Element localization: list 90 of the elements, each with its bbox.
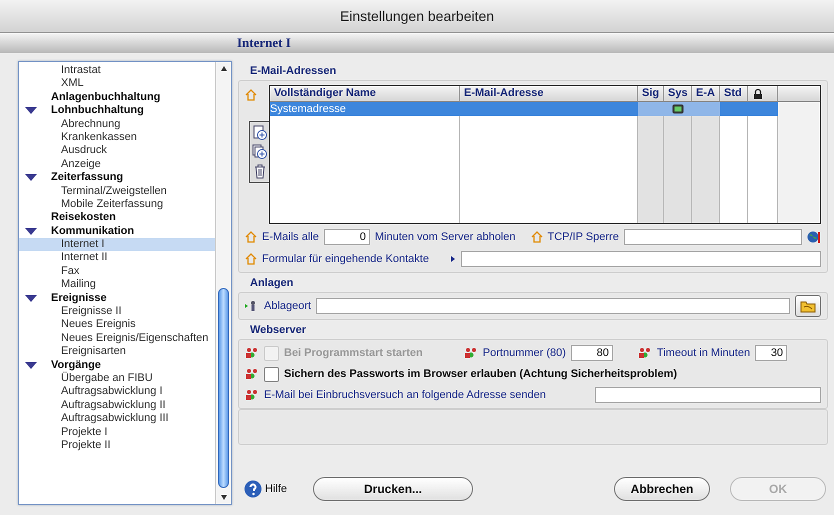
checkbox-label: Bei Programmstart starten (284, 347, 423, 359)
section-heading: Anlagen (249, 276, 294, 291)
column-header[interactable]: Sys (664, 86, 692, 101)
table-cell (692, 102, 720, 116)
help-link[interactable]: Hilfe (244, 480, 288, 498)
tree-item[interactable]: Ereignisarten (19, 345, 215, 359)
column-header[interactable]: Vollständiger Name (270, 86, 460, 101)
form-field[interactable] (460, 251, 821, 267)
tree-item[interactable]: Internet II (19, 251, 215, 265)
tree-item[interactable]: Ereignisse (19, 292, 215, 306)
folder-icon (800, 299, 816, 313)
interval-field[interactable]: 0 (324, 229, 370, 245)
tree-item[interactable]: Lohnbuchhaltung (19, 104, 215, 118)
tree-item[interactable]: Neues Ereignis (19, 318, 215, 332)
tree-item[interactable]: Projekte II (19, 438, 215, 452)
tree-item[interactable]: Ausdruck (19, 144, 215, 158)
browse-button[interactable] (795, 295, 821, 317)
house-icon (245, 253, 257, 265)
tree-item[interactable]: Mailing (19, 278, 215, 292)
tree-item[interactable]: Internet I (19, 238, 215, 252)
tree-item[interactable]: Zeiterfassung (19, 171, 215, 185)
tree-item[interactable]: Übergabe an FIBU (19, 372, 215, 386)
window-title: Einstellungen bearbeiten (340, 8, 494, 24)
table-cell (638, 102, 664, 116)
field-label: Formular für eingehende Kontakte (262, 253, 429, 265)
tree-item[interactable]: Anlagenbuchhaltung (19, 90, 215, 104)
section-heading: Webserver (249, 323, 306, 338)
section-heading: E-Mail-Adressen (249, 64, 336, 79)
tcp-ip-field[interactable] (624, 229, 802, 245)
tree-item[interactable]: Auftragsabwicklung I (19, 385, 215, 399)
field-label: Ablageort (264, 300, 312, 312)
field-label: E-Mails alle (262, 231, 319, 243)
disclosure-triangle-icon[interactable] (25, 174, 37, 182)
pointer-icon (450, 255, 456, 263)
trash-icon[interactable] (252, 163, 268, 179)
column-header[interactable]: Sig (638, 86, 664, 101)
add-copy-icon[interactable] (252, 144, 268, 160)
tree-item[interactable]: Anzeige (19, 158, 215, 172)
column-header[interactable]: Std (720, 86, 748, 101)
house-icon (245, 89, 257, 101)
scrollbar[interactable] (215, 62, 231, 504)
tree-item[interactable]: Reisekosten (19, 211, 215, 225)
lock-icon (752, 88, 764, 100)
page-title: Internet I (237, 35, 291, 51)
house-icon (245, 231, 257, 243)
scroll-down-icon[interactable] (218, 492, 228, 502)
disclosure-triangle-icon[interactable] (25, 362, 37, 369)
timeout-field[interactable]: 30 (755, 345, 788, 361)
globe-icon[interactable] (807, 230, 821, 244)
push-button[interactable]: Abbrechen (614, 477, 710, 501)
tree-item[interactable]: Auftragsabwicklung III (19, 412, 215, 426)
checkbox-label: Sichern des Passworts im Browser erlauben (Achtung Sicherheitsproblem) (284, 368, 678, 380)
tree-item[interactable]: Ereignisse II (19, 305, 215, 318)
tree-item[interactable]: Intrastat (19, 64, 215, 78)
tree-item[interactable]: Neues Ereignis/Eigenschaften (19, 332, 215, 346)
column-header[interactable]: E-Mail-Adresse (460, 86, 638, 101)
tree-item[interactable]: Krankenkassen (19, 130, 215, 144)
add-document-icon[interactable] (252, 125, 268, 141)
tree-item[interactable]: Abrechnung (19, 118, 215, 131)
users-icon (245, 368, 259, 380)
checkbox[interactable] (264, 366, 279, 382)
tree-item[interactable]: XML (19, 77, 215, 91)
field-label: TCP/IP Sperre (548, 231, 619, 243)
table-row[interactable]: Systemadresse (270, 102, 778, 116)
field-label: Minuten vom Server abholen (374, 231, 516, 243)
disclosure-triangle-icon[interactable] (25, 107, 37, 114)
column-header[interactable]: E-A (692, 86, 720, 101)
house-icon (530, 231, 542, 243)
storage-location-field[interactable] (316, 298, 790, 314)
scroll-thumb[interactable] (218, 288, 229, 488)
tree-item[interactable]: Mobile Zeiterfassung (19, 198, 215, 212)
tree-item[interactable]: Auftragsabwicklung II (19, 398, 215, 412)
help-icon (244, 480, 262, 498)
tree-item[interactable]: Terminal/Zweigstellen (19, 184, 215, 198)
tree-item[interactable]: Vorgänge (19, 358, 215, 372)
field-label: Timeout in Minuten (656, 347, 750, 359)
scroll-up-icon[interactable] (218, 64, 228, 74)
push-button[interactable]: Drucken... (313, 477, 474, 501)
alert-email-field[interactable] (595, 387, 821, 403)
disclosure-triangle-icon[interactable] (25, 294, 37, 302)
users-icon (638, 347, 652, 359)
users-icon (245, 347, 259, 359)
table-cell-text: Systemadresse (270, 102, 347, 116)
field-label: Portnummer (80) (482, 347, 566, 359)
users-icon (245, 389, 259, 401)
field-label: E-Mail bei Einbruchsversuch an folgende Adresse senden (264, 389, 546, 401)
tree-item[interactable]: Projekte I (19, 426, 215, 439)
users-icon (464, 347, 478, 359)
tree-item[interactable]: Fax (19, 264, 215, 278)
port-field[interactable]: 80 (570, 345, 613, 361)
